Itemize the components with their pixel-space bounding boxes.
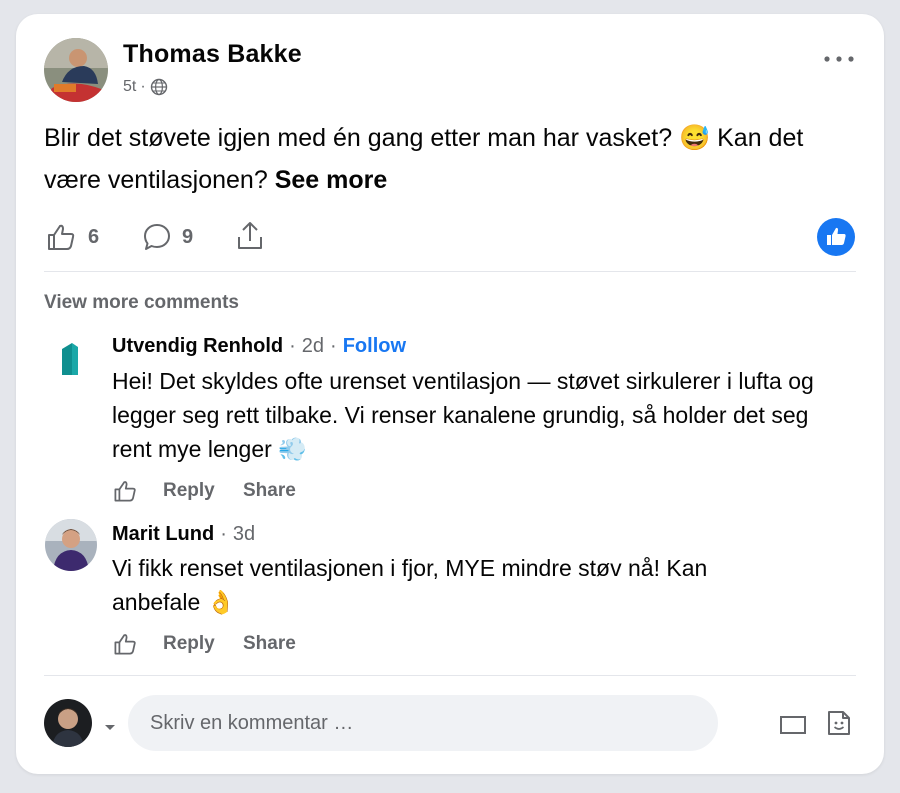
- post-time[interactable]: 5t: [123, 78, 136, 96]
- section-divider: [44, 271, 856, 272]
- follow-button[interactable]: Follow: [343, 335, 406, 358]
- post-body: Blir det støvete igjen med én gang etter…: [44, 124, 804, 194]
- meta-separator: ·: [140, 78, 146, 95]
- sticker-icon[interactable]: [779, 713, 807, 735]
- reply-button[interactable]: Reply: [163, 480, 215, 502]
- current-user-avatar[interactable]: [44, 699, 92, 747]
- share-button[interactable]: Share: [243, 480, 296, 502]
- commenter-name[interactable]: Marit Lund: [112, 523, 214, 546]
- like-badge-icon: [817, 218, 855, 256]
- post-meta: 5t ·: [123, 78, 168, 96]
- reply-button[interactable]: Reply: [163, 633, 215, 655]
- photo-icon[interactable]: [826, 709, 852, 737]
- see-more-link[interactable]: See more: [275, 166, 388, 194]
- share-icon[interactable]: [235, 220, 265, 252]
- comment-separator: ·: [330, 335, 337, 357]
- like-icon[interactable]: [46, 222, 76, 252]
- post-card: Thomas Bakke 5t · Blir det støvete igjen…: [16, 14, 884, 774]
- share-button[interactable]: Share: [243, 633, 296, 655]
- more-options-icon[interactable]: [822, 52, 856, 64]
- comment-text: Vi fikk renset ventilasjonen i fjor, MYE…: [112, 555, 708, 615]
- caret-down-icon[interactable]: [104, 719, 116, 730]
- commenter-name[interactable]: Utvendig Renhold: [112, 335, 283, 358]
- comment-text: Hei! Det skyldes ofte urenset ventilasjo…: [112, 368, 814, 462]
- comment-input[interactable]: [128, 695, 718, 751]
- comment-header: Marit Lund · 3d: [112, 523, 255, 546]
- comment-time[interactable]: 2d: [302, 335, 324, 358]
- comment-separator: ·: [289, 335, 296, 357]
- author-avatar[interactable]: [44, 38, 108, 102]
- globe-icon: [150, 78, 168, 96]
- comment-like-icon[interactable]: [113, 632, 137, 656]
- commenter-avatar-logo[interactable]: [48, 339, 92, 383]
- author-name[interactable]: Thomas Bakke: [123, 40, 302, 69]
- comment-header: Utvendig Renhold · 2d · Follow: [112, 335, 406, 358]
- like-count[interactable]: 6: [88, 226, 99, 249]
- section-divider: [44, 675, 856, 676]
- post-text: Blir det støvete igjen med én gang etter…: [44, 117, 864, 201]
- comment-time[interactable]: 3d: [233, 523, 255, 546]
- view-more-comments-link[interactable]: View more comments: [44, 292, 239, 314]
- comment-count[interactable]: 9: [182, 226, 193, 249]
- comment-icon[interactable]: [142, 222, 172, 252]
- comment-like-icon[interactable]: [113, 479, 137, 503]
- commenter-avatar[interactable]: [45, 519, 97, 571]
- comment-separator: ·: [220, 523, 227, 545]
